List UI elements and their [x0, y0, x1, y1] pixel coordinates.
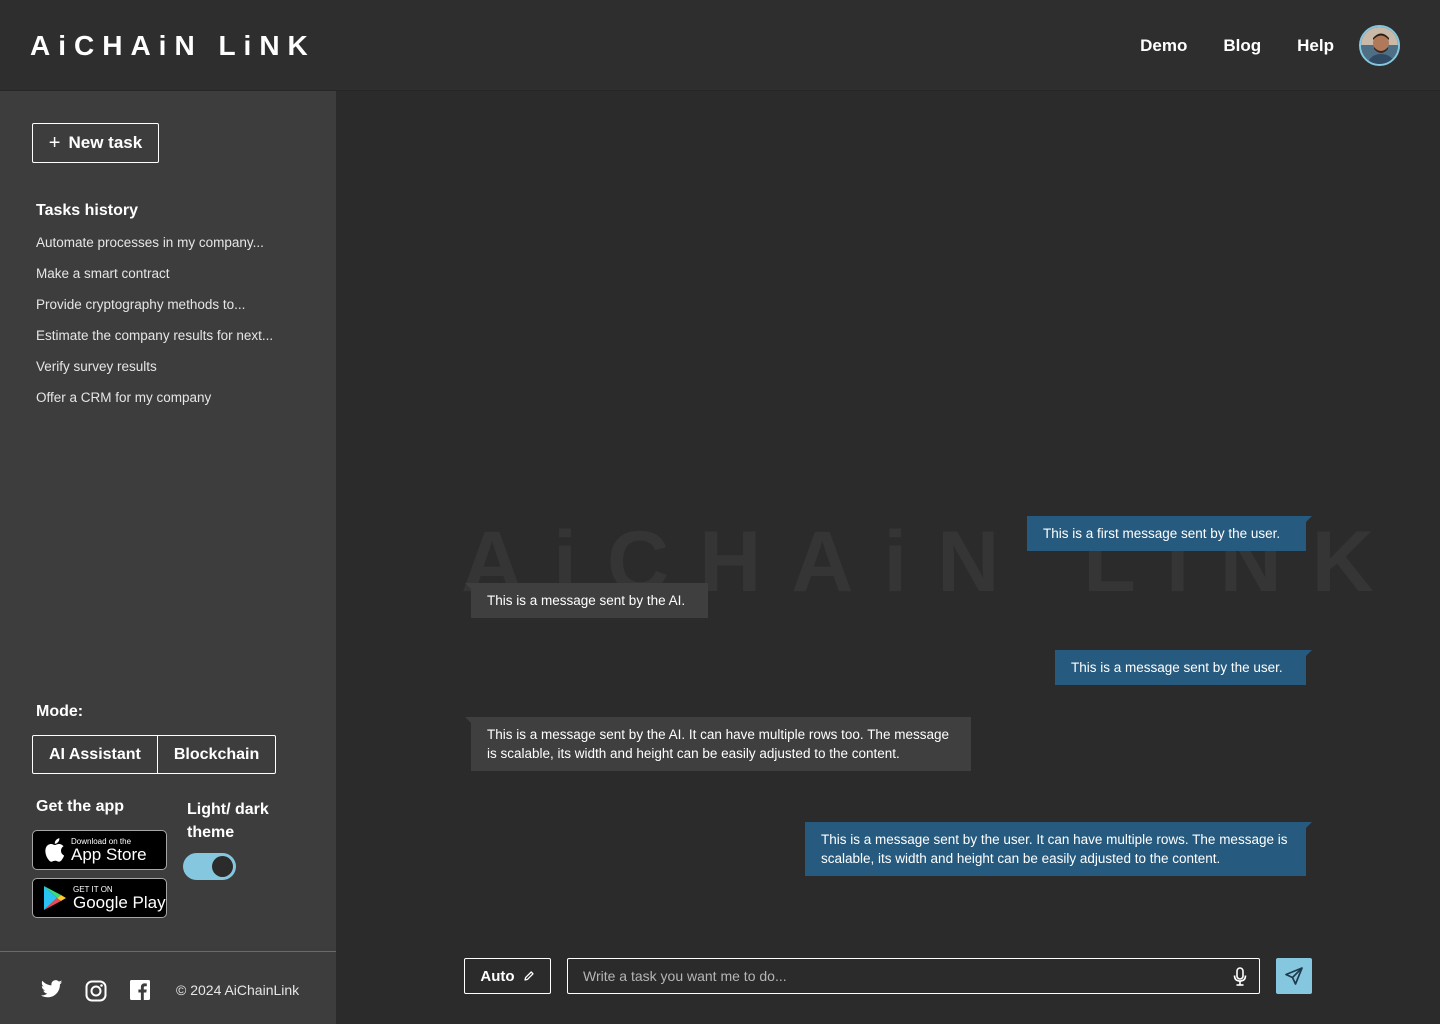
nav-link-demo[interactable]: Demo [1140, 36, 1187, 56]
plus-icon: + [48, 132, 61, 154]
get-app-label: Get the app [36, 798, 125, 815]
user-message: This is a message sent by the user. It c… [805, 822, 1312, 876]
microphone-icon[interactable] [1233, 967, 1247, 991]
user-avatar[interactable] [1359, 25, 1400, 66]
ai-message: This is a message sent by the AI. [465, 583, 708, 618]
app-store-big-text: App Store [71, 844, 147, 864]
mode-label: Mode: [36, 703, 84, 720]
theme-toggle[interactable] [183, 853, 236, 880]
history-item[interactable]: Make a smart contract [36, 265, 273, 296]
history-item[interactable]: Offer a CRM for my company [36, 389, 273, 420]
auto-mode-button[interactable]: Auto [464, 958, 551, 994]
mode-switch: AI Assistant Blockchain [32, 735, 277, 774]
send-icon [1285, 967, 1303, 985]
tasks-history-title: Tasks history [36, 202, 138, 219]
user-message: This is a message sent by the user. [1055, 650, 1312, 685]
history-item[interactable]: Estimate the company results for next... [36, 327, 273, 358]
auto-mode-label: Auto [480, 967, 515, 985]
nav-link-blog[interactable]: Blog [1223, 36, 1261, 56]
sidebar-footer: © 2024 AiChainLink [0, 951, 336, 1024]
new-task-label: New task [68, 133, 143, 152]
theme-label: Light/ dark theme [187, 801, 269, 841]
chat-area: AiCHAiN LiNK This is a first message sen… [336, 91, 1440, 1024]
google-play-text: GET IT ON Google Play [73, 885, 166, 912]
history-item[interactable]: Provide cryptography methods to... [36, 296, 273, 327]
twitter-icon[interactable] [40, 980, 63, 1003]
app-store-text: Download on the App Store [71, 837, 147, 864]
logo[interactable]: AiCHAiN LiNK [30, 30, 316, 62]
avatar-image [1361, 27, 1398, 64]
apple-icon [45, 838, 65, 862]
user-message: This is a first message sent by the user… [1027, 516, 1312, 551]
mode-ai-assistant-button[interactable]: AI Assistant [33, 736, 157, 773]
instagram-icon[interactable] [85, 980, 107, 1007]
sidebar: + New task Tasks history Automate proces… [0, 91, 336, 1024]
tasks-history-list: Automate processes in my company... Make… [36, 234, 273, 420]
google-play-big-text: Google Play [73, 892, 166, 912]
app-store-badge[interactable]: Download on the App Store [32, 830, 167, 870]
theme-toggle-knob [212, 856, 233, 877]
google-play-icon [44, 886, 66, 910]
ai-message: This is a message sent by the AI. It can… [465, 717, 971, 771]
send-button[interactable] [1276, 958, 1312, 994]
history-item[interactable]: Automate processes in my company... [36, 234, 273, 265]
task-input-wrapper [567, 958, 1260, 994]
google-play-badge[interactable]: GET IT ON Google Play [32, 878, 167, 918]
new-task-button[interactable]: + New task [32, 123, 159, 163]
main-nav: Demo Blog Help [1140, 36, 1334, 56]
logo-text: AiCHAiN LiNK [30, 30, 316, 61]
history-item[interactable]: Verify survey results [36, 358, 273, 389]
facebook-icon[interactable] [130, 980, 150, 1005]
mode-blockchain-button[interactable]: Blockchain [156, 736, 275, 773]
top-bar: AiCHAiN LiNK Demo Blog Help [0, 0, 1440, 91]
task-input[interactable] [568, 959, 1259, 993]
pencil-icon [523, 971, 534, 981]
copyright-text: © 2024 AiChainLink [176, 982, 300, 998]
nav-link-help[interactable]: Help [1297, 36, 1334, 56]
